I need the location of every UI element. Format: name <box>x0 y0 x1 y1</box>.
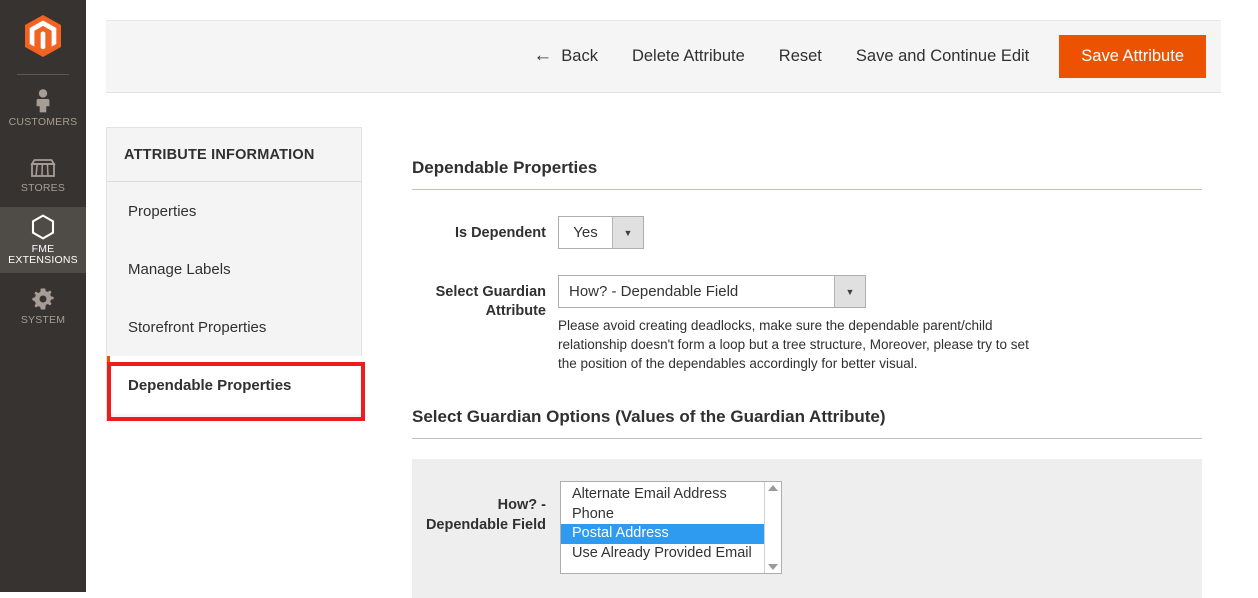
sidebar-item-system[interactable]: SYSTEM <box>0 273 86 339</box>
page-actions-toolbar: ← Back Delete Attribute Reset Save and C… <box>106 20 1221 93</box>
sidebar-item-stores[interactable]: STORES <box>0 141 86 207</box>
save-and-continue-edit-button[interactable]: Save and Continue Edit <box>856 47 1029 66</box>
guardian-options-field-label: How? - Dependable Field <box>412 481 560 535</box>
sidebar-item-storefront-properties[interactable]: Storefront Properties <box>107 298 361 356</box>
admin-sidebar: CUSTOMERS STORES FME EXTENSIONS <box>0 0 86 592</box>
magento-logo[interactable] <box>0 0 86 72</box>
guardian-attribute-label: Select Guardian Attribute <box>412 275 558 321</box>
section-divider <box>412 438 1202 439</box>
guardian-attribute-help-text: Please avoid creating deadlocks, make su… <box>558 316 1038 373</box>
multiselect-scrollbar[interactable] <box>764 482 781 573</box>
sidebar-item-label: CUSTOMERS <box>9 117 78 129</box>
sidebar-item-fme-extensions[interactable]: FME EXTENSIONS <box>0 207 86 273</box>
attribute-information-list: Properties Manage Labels Storefront Prop… <box>106 182 362 421</box>
list-item[interactable]: Postal Address <box>561 524 764 544</box>
back-button[interactable]: ← Back <box>533 47 598 66</box>
arrow-left-icon: ← <box>533 46 552 65</box>
list-item[interactable]: Alternate Email Address <box>561 485 764 505</box>
is-dependent-value: Yes <box>559 217 612 248</box>
guardian-options-panel: How? - Dependable Field Alternate Email … <box>412 459 1202 598</box>
section-divider <box>412 189 1202 190</box>
person-icon <box>34 87 52 113</box>
dependable-properties-heading: Dependable Properties <box>412 127 1202 189</box>
guardian-options-multiselect[interactable]: Alternate Email Address Phone Postal Add… <box>560 481 782 574</box>
sidebar-item-customers[interactable]: CUSTOMERS <box>0 75 86 141</box>
guardian-options-heading: Select Guardian Options (Values of the G… <box>412 373 1202 438</box>
scroll-up-arrow-icon[interactable] <box>768 485 778 491</box>
is-dependent-control: Yes ▼ <box>558 216 1202 249</box>
delete-attribute-button[interactable]: Delete Attribute <box>632 47 745 66</box>
scroll-down-arrow-icon[interactable] <box>768 564 778 570</box>
list-item[interactable]: Phone <box>561 505 764 525</box>
guardian-attribute-value: How? - Dependable Field <box>559 276 834 307</box>
attribute-information-panel: ATTRIBUTE INFORMATION Properties Manage … <box>106 127 362 421</box>
gear-icon <box>31 285 55 311</box>
sidebar-item-label: STORES <box>21 183 65 195</box>
is-dependent-select[interactable]: Yes ▼ <box>558 216 644 249</box>
attribute-information-title: ATTRIBUTE INFORMATION <box>106 127 362 182</box>
sidebar-item-label: SYSTEM <box>21 315 65 327</box>
reset-button[interactable]: Reset <box>779 47 822 66</box>
sidebar-item-properties[interactable]: Properties <box>107 182 361 240</box>
sidebar-item-dependable-properties[interactable]: Dependable Properties <box>107 356 362 414</box>
save-attribute-button[interactable]: Save Attribute <box>1059 35 1206 79</box>
guardian-attribute-select[interactable]: How? - Dependable Field ▼ <box>558 275 866 308</box>
list-item[interactable]: Use Already Provided Email <box>561 544 764 564</box>
back-button-label: Back <box>561 47 598 66</box>
is-dependent-label: Is Dependent <box>412 216 558 243</box>
guardian-options-list: Alternate Email Address Phone Postal Add… <box>561 482 764 573</box>
hexagon-icon <box>31 214 55 240</box>
sidebar-item-manage-labels[interactable]: Manage Labels <box>107 240 361 298</box>
is-dependent-row: Is Dependent Yes ▼ <box>412 216 1202 249</box>
chevron-down-icon[interactable]: ▼ <box>834 276 865 307</box>
guardian-attribute-control: How? - Dependable Field ▼ Please avoid c… <box>558 275 1202 373</box>
chevron-down-icon[interactable]: ▼ <box>612 217 643 248</box>
sidebar-item-label: FME EXTENSIONS <box>1 244 85 267</box>
magento-logo-icon <box>23 14 63 58</box>
guardian-attribute-row: Select Guardian Attribute How? - Dependa… <box>412 275 1202 373</box>
main-content: Dependable Properties Is Dependent Yes ▼… <box>412 127 1202 598</box>
storefront-icon <box>30 153 56 179</box>
